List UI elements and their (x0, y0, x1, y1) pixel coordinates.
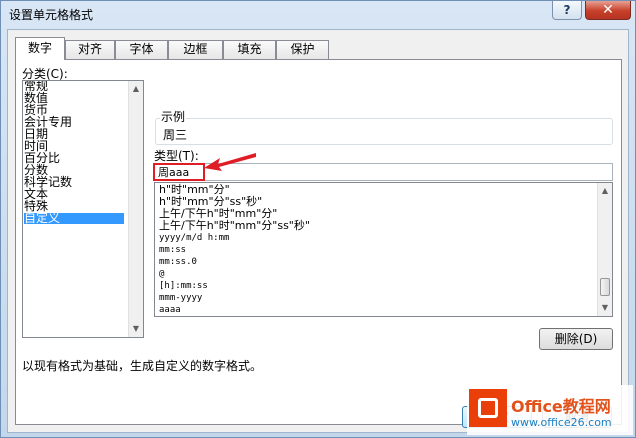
tab-protection[interactable]: 保护 (276, 40, 329, 59)
title-bar[interactable]: 设置单元格格式 ? ✕ (1, 1, 635, 27)
format-item[interactable]: 上午/下午h"时"mm"分" (159, 208, 277, 219)
tab-border[interactable]: 边框 (168, 40, 223, 59)
type-label: 类型(T): (154, 149, 199, 163)
format-item[interactable]: [h]:mm:ss (159, 281, 208, 292)
format-item[interactable]: @ (159, 269, 164, 280)
help-button[interactable]: ? (552, 1, 582, 20)
format-item[interactable]: mm:ss (159, 245, 186, 256)
dialog-body: 数字 对齐 字体 边框 填充 保护 分类(C): 常规 数值 货币 会计专用 日… (7, 29, 629, 433)
sample-label: 示例 (160, 108, 187, 125)
tab-number[interactable]: 数字 (15, 37, 65, 60)
tab-alignment[interactable]: 对齐 (65, 40, 115, 59)
office-logo-icon (469, 389, 507, 427)
format-description: 以现有格式为基础，生成自定义的数字格式。 (22, 359, 263, 373)
scroll-down-icon[interactable]: ▼ (129, 322, 143, 336)
tab-font[interactable]: 字体 (115, 40, 168, 59)
format-cells-dialog: 设置单元格格式 ? ✕ 数字 对齐 字体 边框 填充 保护 分类(C): 常规 … (0, 0, 636, 438)
format-item[interactable]: mm:ss.0 (159, 257, 197, 268)
format-item[interactable]: aaaa (159, 305, 181, 316)
dialog-title: 设置单元格格式 (9, 8, 94, 22)
category-item-selected[interactable]: 自定义 (24, 212, 124, 224)
highlight-box (153, 163, 205, 181)
watermark-url: www.office26.com (511, 416, 612, 429)
scroll-down-icon[interactable]: ▼ (598, 301, 612, 315)
format-item[interactable]: yyyy/m/d h:mm (159, 233, 229, 244)
watermark-brand: Office教程网 (511, 397, 611, 416)
delete-button[interactable]: 删除(D) (539, 328, 613, 350)
site-watermark: Office教程网 www.office26.com (467, 385, 633, 435)
close-button[interactable]: ✕ (585, 1, 631, 20)
sample-group: 示例 周三 (155, 108, 613, 145)
category-scrollbar[interactable]: ▲ ▼ (128, 81, 143, 337)
format-item[interactable]: 上午/下午h"时"mm"分"ss"秒" (159, 220, 310, 231)
format-list[interactable]: h"时"mm"分" h"时"mm"分"ss"秒" 上午/下午h"时"mm"分" … (154, 182, 613, 317)
sample-value: 周三 (163, 128, 188, 142)
number-tab-panel: 分类(C): 常规 数值 货币 会计专用 日期 时间 百分比 分数 科学记数 文… (15, 59, 622, 425)
format-item[interactable]: h"时"mm"分" (159, 184, 230, 195)
scroll-up-icon[interactable]: ▲ (598, 184, 612, 198)
format-item[interactable]: h"时"mm"分"ss"秒" (159, 196, 262, 207)
scroll-up-icon[interactable]: ▲ (129, 82, 143, 96)
scroll-thumb[interactable] (600, 278, 610, 296)
format-scrollbar[interactable]: ▲ ▼ (597, 183, 612, 316)
tab-fill[interactable]: 填充 (223, 40, 276, 59)
category-list[interactable]: 常规 数值 货币 会计专用 日期 时间 百分比 分数 科学记数 文本 特殊 自定… (22, 80, 144, 338)
format-item[interactable]: mmm-yyyy (159, 293, 202, 304)
red-arrow-icon (204, 153, 256, 171)
